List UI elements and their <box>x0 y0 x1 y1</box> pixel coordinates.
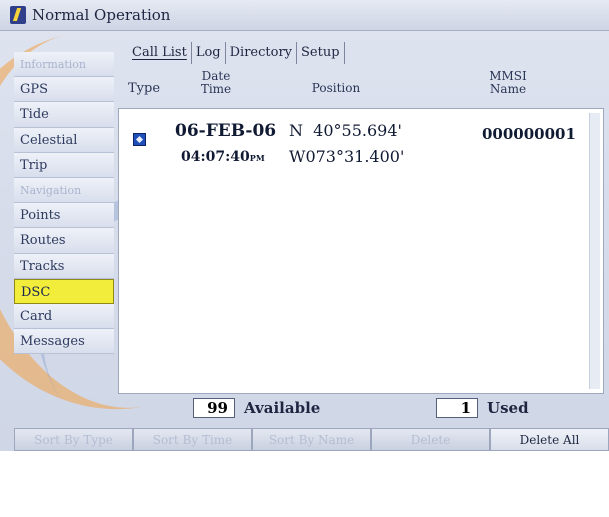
tab-setup[interactable]: Setup <box>297 42 345 64</box>
used-label: Used <box>487 399 529 417</box>
sidebar-item-gps[interactable]: GPS <box>14 77 114 103</box>
delete-button[interactable]: Delete <box>371 428 490 451</box>
call-time-suffix: PM <box>249 153 265 163</box>
gps-screen: Normal Operation Information GPS Tide Ce… <box>0 0 609 517</box>
sidebar-item-celestial[interactable]: Celestial <box>14 127 114 153</box>
list-scrollbar[interactable] <box>589 113 600 389</box>
call-longitude: W073°31.400' <box>289 147 405 166</box>
column-header-date-time: Date Time <box>188 70 244 96</box>
garmin-app-icon <box>10 6 26 24</box>
delete-all-button[interactable]: Delete All <box>490 428 609 451</box>
call-list-row[interactable]: 06-FEB-06 04:07:40PM N 40°55.694' W073°3… <box>119 117 589 167</box>
sidebar-item-trip[interactable]: Trip <box>14 152 114 178</box>
sidebar-item-card[interactable]: Card <box>14 303 114 330</box>
available-label: Available <box>244 399 321 417</box>
call-list-panel: 06-FEB-06 04:07:40PM N 40°55.694' W073°3… <box>118 108 604 394</box>
window-title: Normal Operation <box>32 6 171 24</box>
sidebar-item-routes[interactable]: Routes <box>14 228 114 254</box>
sidebar-item-messages[interactable]: Messages <box>14 329 114 355</box>
column-header-position: Position <box>311 81 361 95</box>
column-header-name: Name <box>489 82 527 96</box>
softkey-bar: Sort By Type Sort By Time Sort By Name D… <box>14 428 609 451</box>
sidebar-item-navigation: Navigation <box>14 177 114 204</box>
column-header-time: Time <box>200 82 232 96</box>
sidebar-item-tide[interactable]: Tide <box>14 102 114 128</box>
column-header-type: Type <box>127 81 161 96</box>
tab-directory[interactable]: Directory <box>226 42 298 64</box>
title-bar: Normal Operation <box>0 0 609 31</box>
sidebar-menu: Information GPS Tide Celestial Trip Navi… <box>14 52 114 397</box>
sidebar-item-tracks[interactable]: Tracks <box>14 253 114 279</box>
call-time-value: 04:07:40 <box>181 149 250 165</box>
dsc-tab-bar: Call List Log Directory Setup <box>128 42 345 64</box>
call-mmsi: 000000001 <box>482 125 576 143</box>
call-time: 04:07:40PM <box>181 149 265 165</box>
sidebar-item-points[interactable]: Points <box>14 203 114 229</box>
tab-call-list[interactable]: Call List <box>128 42 192 64</box>
sidebar-item-dsc[interactable]: DSC <box>14 278 114 304</box>
column-header-mmsi-name: MMSI Name <box>470 70 546 96</box>
used-count: 1 <box>436 398 478 418</box>
sort-by-time-button[interactable]: Sort By Time <box>133 428 252 451</box>
sort-by-type-button[interactable]: Sort By Type <box>14 428 133 451</box>
dsc-position-icon <box>133 133 146 146</box>
sort-by-name-button[interactable]: Sort By Name <box>252 428 371 451</box>
sidebar-item-information: Information <box>14 52 114 78</box>
call-latitude: N 40°55.694' <box>289 121 402 140</box>
available-count: 99 <box>193 398 235 418</box>
call-date: 06-FEB-06 <box>175 121 277 141</box>
tab-log[interactable]: Log <box>192 42 226 64</box>
